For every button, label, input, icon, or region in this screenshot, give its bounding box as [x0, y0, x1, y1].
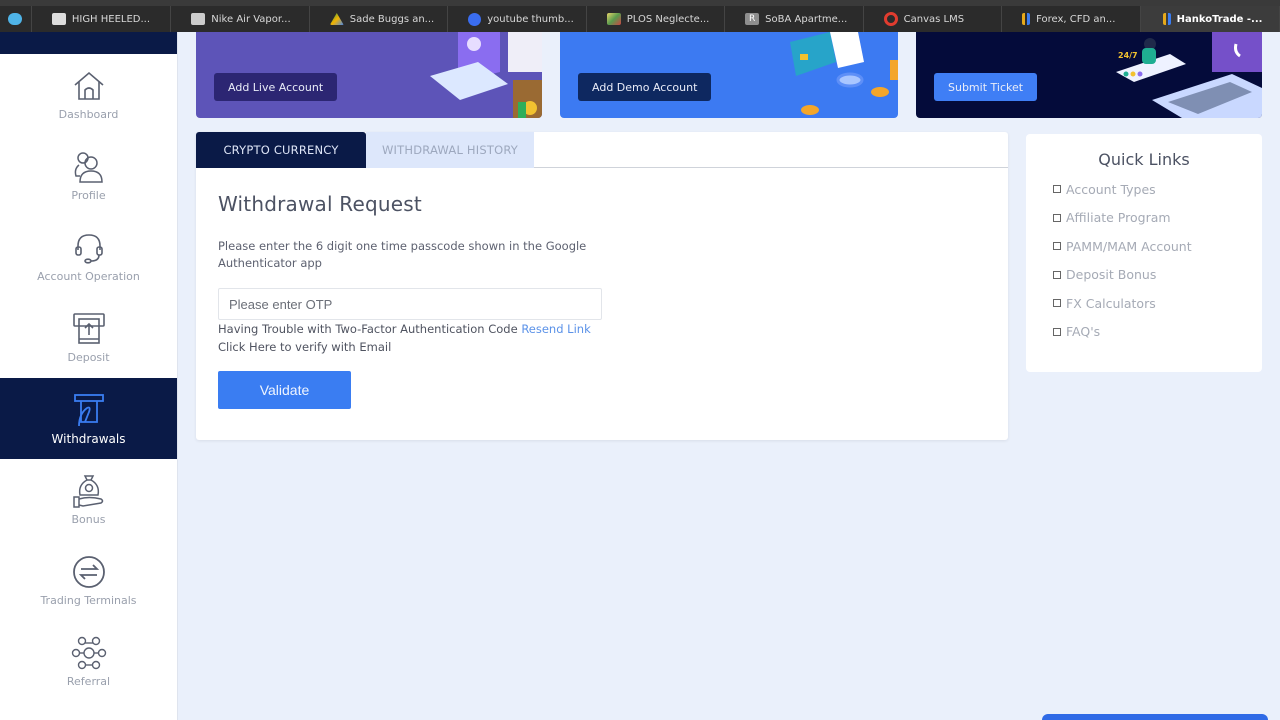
- withdrawal-tabs: CRYPTO CURRENCY WITHDRAWAL HISTORY: [196, 132, 1008, 168]
- canva-icon: [468, 12, 482, 26]
- two-factor-help: Having Trouble with Two-Factor Authentic…: [218, 321, 986, 338]
- badge-24-7: 24/7: [1118, 51, 1138, 60]
- sidebar-item-deposit[interactable]: Deposit: [0, 297, 177, 378]
- tab-withdrawal-history[interactable]: WITHDRAWAL HISTORY: [366, 132, 534, 168]
- browser-tab-3[interactable]: Sade Buggs an...: [310, 6, 449, 32]
- browser-tab-1[interactable]: HIGH HEELED...: [32, 6, 172, 32]
- quick-link-account-types[interactable]: Account Types: [1026, 175, 1262, 204]
- sidebar-item-bonus[interactable]: Bonus: [0, 459, 177, 540]
- sidebar-item-dashboard[interactable]: Dashboard: [0, 54, 177, 135]
- square-bullet-icon: [1053, 185, 1061, 194]
- money-bag-icon: [72, 475, 103, 508]
- browser-tab-6[interactable]: R SoBA Apartme...: [725, 6, 864, 32]
- browser-tab-9-active[interactable]: HankoTrade -...: [1140, 6, 1280, 32]
- withdrawal-card: CRYPTO CURRENCY WITHDRAWAL HISTORY Withd…: [196, 132, 1008, 440]
- quick-link-fx-calculators[interactable]: FX Calculators: [1026, 289, 1262, 318]
- wwd-icon: [51, 13, 66, 25]
- sidebar-item-label: Trading Terminals: [40, 594, 137, 607]
- sidebar-item-account-operation[interactable]: Account Operation: [0, 216, 177, 297]
- otp-instructions: Please enter the 6 digit one time passco…: [218, 239, 587, 270]
- quick-link-label: Deposit Bonus: [1066, 267, 1157, 283]
- verify-with-email-link[interactable]: Click Here to verify with Email: [218, 339, 986, 356]
- quick-link-label: PAMM/MAM Account: [1066, 238, 1192, 254]
- square-bullet-icon: [1053, 242, 1061, 251]
- two-factor-help-text: Having Trouble with Two-Factor Authentic…: [218, 322, 518, 336]
- browser-tab-label: HankoTrade -...: [1176, 13, 1263, 25]
- exchange-icon: [72, 556, 105, 588]
- quick-link-pamm-mam-account[interactable]: PAMM/MAM Account: [1026, 232, 1262, 261]
- submit-ticket-button[interactable]: Submit Ticket: [934, 73, 1038, 101]
- square-bullet-icon: [1053, 270, 1061, 279]
- canvas-icon: [883, 12, 898, 26]
- sidebar-item-label: Account Operation: [37, 270, 140, 283]
- sidebar-item-label: Profile: [71, 189, 106, 202]
- browser-tab-2[interactable]: Nike Air Vapor...: [171, 6, 310, 32]
- browser-tab-label: SoBA Apartme...: [765, 13, 848, 25]
- cloud-icon: [8, 13, 23, 25]
- quick-links-title: Quick Links: [1098, 150, 1190, 169]
- sidebar: Dashboard Profile Account Operation Depo…: [0, 32, 178, 720]
- browser-tab-label: HIGH HEELED...: [71, 13, 151, 25]
- browser-tab-label: Nike Air Vapor...: [211, 13, 291, 25]
- otp-input[interactable]: [218, 288, 602, 320]
- chat-widget-tab[interactable]: [1042, 714, 1268, 720]
- browser-tab-4[interactable]: youtube thumb...: [448, 6, 587, 32]
- resend-link[interactable]: Resend Link: [521, 322, 590, 336]
- quick-links-panel: Quick Links Account Types Affiliate Prog…: [1026, 134, 1262, 372]
- square-bullet-icon: [1053, 327, 1061, 336]
- sidebar-item-referral[interactable]: Referral: [0, 621, 177, 702]
- sidebar-item-label: Withdrawals: [51, 431, 126, 446]
- live-account-banner: Add Live Account: [196, 32, 542, 118]
- square-bullet-icon: [1053, 299, 1061, 308]
- quick-link-label: Account Types: [1066, 181, 1156, 197]
- sidebar-item-label: Deposit: [67, 351, 110, 364]
- quick-link-faqs[interactable]: FAQ's: [1026, 318, 1262, 347]
- nike-icon: [191, 13, 206, 25]
- network-icon: [71, 636, 106, 670]
- headset-icon: [74, 234, 103, 264]
- validate-button[interactable]: Validate: [218, 371, 351, 409]
- browser-tab-5[interactable]: PLOS Neglecte...: [587, 6, 726, 32]
- demo-account-banner: Add Demo Account: [560, 32, 898, 118]
- browser-tab-label: PLOS Neglecte...: [626, 13, 710, 25]
- browser-tab-label: youtube thumb...: [487, 13, 574, 25]
- plos-icon: [606, 13, 621, 25]
- browser-tab-7[interactable]: Canvas LMS: [864, 6, 1003, 32]
- hanko-icon: [1162, 13, 1171, 25]
- browser-tab-label: Forex, CFD an...: [1036, 13, 1116, 25]
- add-live-account-button[interactable]: Add Live Account: [214, 73, 338, 101]
- browser-tab-label: Sade Buggs an...: [349, 13, 435, 25]
- quick-link-label: Affiliate Program: [1066, 210, 1171, 226]
- browser-tab-bar: HIGH HEELED... Nike Air Vapor... Sade Bu…: [0, 0, 1280, 32]
- deposit-icon: [72, 313, 105, 344]
- sidebar-item-label: Dashboard: [58, 108, 119, 121]
- quick-link-affiliate-program[interactable]: Affiliate Program: [1026, 204, 1262, 233]
- laptop-illustration-icon: [430, 32, 542, 118]
- browser-tab-label: Canvas LMS: [903, 13, 965, 25]
- quick-link-deposit-bonus[interactable]: Deposit Bonus: [1026, 261, 1262, 290]
- support-illustration-icon: 24/7: [1116, 32, 1262, 118]
- r-icon: R: [745, 13, 760, 25]
- withdraw-icon: [73, 393, 104, 426]
- quick-link-label: FX Calculators: [1066, 295, 1156, 311]
- sidebar-item-withdrawals[interactable]: Withdrawals: [0, 378, 177, 459]
- profile-icon: [74, 152, 103, 183]
- browser-tab-0[interactable]: [0, 6, 32, 32]
- home-icon: [73, 71, 104, 100]
- sidebar-item-label: Referral: [66, 675, 111, 688]
- square-bullet-icon: [1053, 213, 1061, 222]
- hanko-icon: [1022, 13, 1031, 25]
- sidebar-header: [0, 32, 177, 54]
- sidebar-item-trading-terminals[interactable]: Trading Terminals: [0, 540, 177, 621]
- drive-icon: [329, 13, 344, 25]
- add-demo-account-button[interactable]: Add Demo Account: [578, 73, 712, 101]
- page-title: Withdrawal Request: [218, 192, 422, 216]
- credit-card-illustration-icon: [790, 32, 898, 115]
- tab-crypto-currency[interactable]: CRYPTO CURRENCY: [196, 132, 366, 168]
- quick-link-label: FAQ's: [1066, 324, 1101, 340]
- sidebar-item-profile[interactable]: Profile: [0, 135, 177, 216]
- support-banner: Submit Ticket 24/7: [916, 32, 1262, 118]
- sidebar-item-label: Bonus: [71, 513, 106, 526]
- browser-tab-8[interactable]: Forex, CFD an...: [1002, 6, 1141, 32]
